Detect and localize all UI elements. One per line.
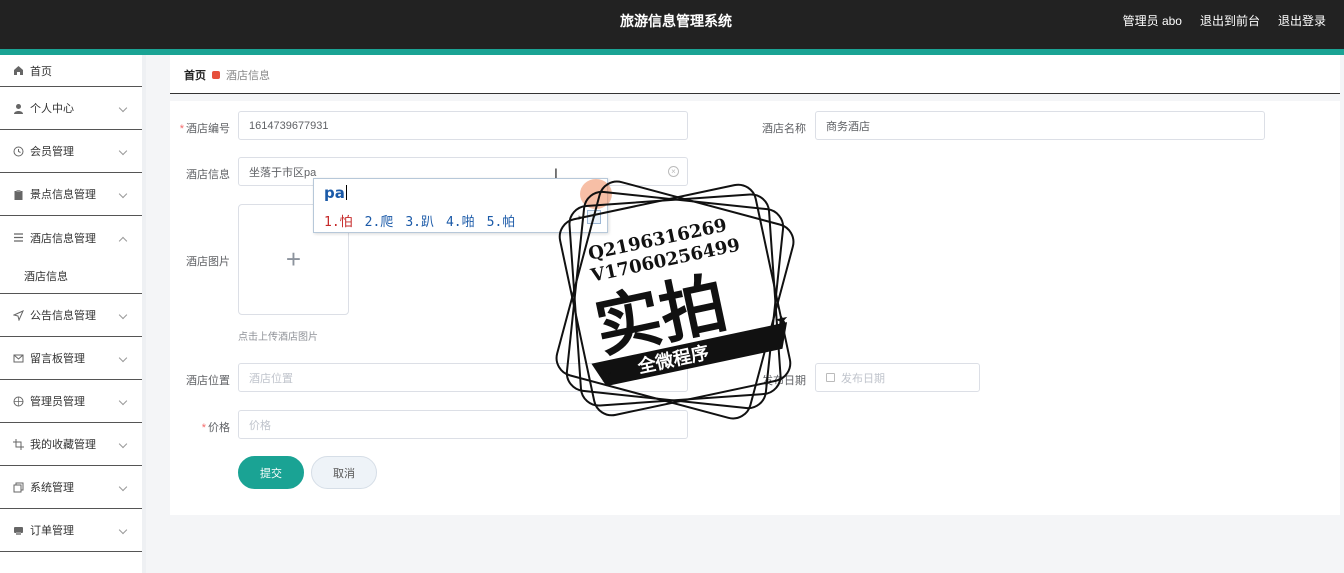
sidebar-item-home[interactable]: 首页 [0, 55, 142, 87]
back-to-front-link[interactable]: 退出到前台 [1200, 12, 1260, 29]
breadcrumb-bar: 首页 酒店信息 [170, 55, 1340, 94]
ime-candidate[interactable]: 1.怕 [324, 211, 353, 230]
sidebar-item-label: 订单管理 [30, 525, 74, 537]
sidebar-item-label: 留言板管理 [30, 353, 85, 365]
hotel-location-label: 酒店位置 [186, 375, 230, 387]
clipboard-icon [12, 188, 24, 200]
watermark-stamp: Q2196316269 V17060256499 实拍 全微程序 ★ ★ [555, 180, 795, 420]
sidebar-item-orders[interactable]: 订单管理 [0, 509, 142, 552]
sidebar-subitem-hotel-info[interactable]: 酒店信息 [0, 259, 142, 294]
sidebar-item-members[interactable]: 会员管理 [0, 130, 142, 173]
sidebar-item-system[interactable]: 系统管理 [0, 466, 142, 509]
sidebar-item-profile[interactable]: 个人中心 [0, 87, 142, 130]
ime-candidate[interactable]: 5.帕 [487, 211, 516, 230]
cancel-button[interactable]: 取消 [311, 456, 377, 489]
publish-date-picker[interactable]: 发布日期 [815, 363, 980, 392]
top-bar: 旅游信息管理系统 管理员 abo 退出到前台 退出登录 [0, 0, 1344, 49]
sidebar-item-label: 管理员管理 [30, 396, 85, 408]
hotel-code-label: * 酒店编号 [179, 123, 230, 135]
chevron-down-icon [118, 396, 128, 406]
breadcrumb: 首页 酒店信息 [184, 67, 270, 83]
chevron-down-icon [118, 146, 128, 156]
crop-icon [12, 438, 24, 450]
star-icon: ★ [773, 311, 791, 331]
printer-icon [12, 524, 24, 536]
user-icon [12, 102, 24, 114]
hotel-info-label: 酒店信息 [186, 169, 230, 181]
logout-link[interactable]: 退出登录 [1278, 12, 1326, 29]
ime-candidate[interactable]: 2.爬 [365, 211, 394, 230]
chevron-down-icon [118, 189, 128, 199]
sidebar-item-attractions[interactable]: 景点信息管理 [0, 173, 142, 216]
list-icon [12, 232, 24, 244]
sidebar-item-label: 我的收藏管理 [30, 439, 96, 451]
sidebar-item-label: 个人中心 [30, 103, 74, 115]
home-icon [12, 65, 24, 77]
plus-icon: + [285, 244, 302, 274]
sidebar-item-hotels[interactable]: 酒店信息管理 [0, 216, 142, 259]
sidebar-item-label: 公告信息管理 [30, 310, 96, 322]
ime-composition: pa [324, 184, 345, 202]
breadcrumb-home[interactable]: 首页 [184, 67, 206, 83]
hotel-info-value: 坐落于市区pa [249, 166, 317, 179]
sidebar-item-admins[interactable]: 管理员管理 [0, 380, 142, 423]
clock-icon [12, 145, 24, 157]
ime-candidate[interactable]: 4.啪 [446, 211, 475, 230]
sidebar-item-label: 首页 [30, 65, 52, 78]
chevron-down-icon [118, 310, 128, 320]
sidebar-item-label: 酒店信息管理 [30, 232, 96, 245]
ime-candidate[interactable]: 3.趴 [405, 211, 434, 230]
publish-date-placeholder: 发布日期 [841, 372, 885, 385]
chevron-down-icon [118, 103, 128, 113]
hotel-name-input[interactable]: 商务酒店 [815, 111, 1265, 140]
sidebar-item-label: 景点信息管理 [30, 189, 96, 201]
current-user-label: 管理员 abo [1122, 14, 1182, 28]
sidebar-item-label: 系统管理 [30, 482, 74, 494]
ime-candidate-list: 1.怕 2.爬 3.趴 4.啪 5.帕 [324, 211, 515, 230]
compass-icon [12, 395, 24, 407]
upload-tip: 点击上传酒店图片 [238, 332, 318, 343]
send-icon [12, 309, 24, 321]
copy-icon [12, 481, 24, 493]
sidebar-item-label: 会员管理 [30, 146, 74, 158]
sidebar: 首页 个人中心 会员管理 景点信息管理 酒店信息管理 酒店信息 公告信息管理 留… [0, 55, 146, 573]
hotel-image-label: 酒店图片 [186, 256, 230, 268]
chevron-down-icon [118, 439, 128, 449]
chevron-down-icon [118, 482, 128, 492]
chevron-up-icon [118, 236, 128, 245]
mail-icon [12, 352, 24, 364]
hotel-name-label: 酒店名称 [762, 123, 806, 135]
breadcrumb-current: 酒店信息 [226, 70, 270, 82]
sidebar-item-favorites[interactable]: 我的收藏管理 [0, 423, 142, 466]
top-links: 管理员 abo 退出到前台 退出登录 [1123, 12, 1326, 29]
chevron-down-icon [118, 525, 128, 535]
sidebar-item-messages[interactable]: 留言板管理 [0, 337, 142, 380]
hotel-code-input[interactable]: 1614739677931 [238, 111, 688, 140]
sidebar-item-announcements[interactable]: 公告信息管理 [0, 294, 142, 337]
price-label: * 价格 [201, 422, 230, 434]
breadcrumb-separator-icon [212, 71, 220, 79]
calendar-icon [826, 373, 835, 382]
chevron-down-icon [118, 353, 128, 363]
submit-button[interactable]: 提交 [238, 456, 304, 489]
